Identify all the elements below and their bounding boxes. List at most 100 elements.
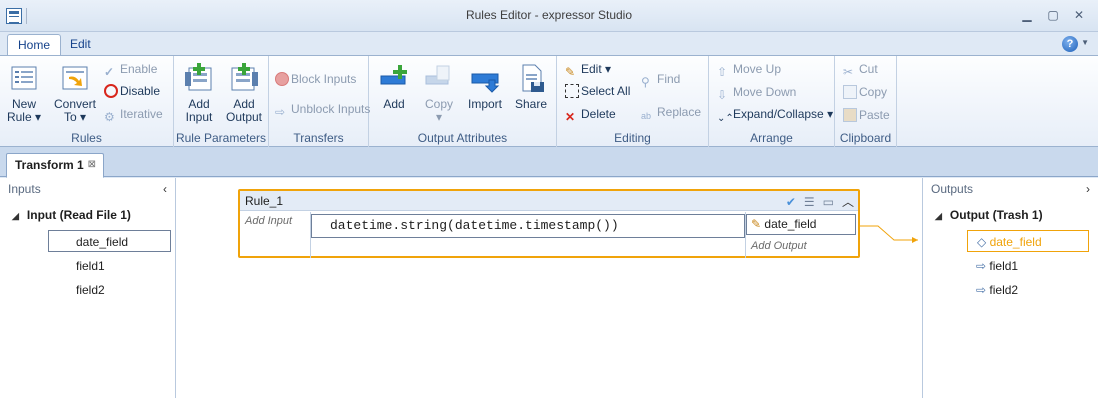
rule-add-input[interactable]: Add Input <box>245 215 292 227</box>
binoculars-icon: ⚲ <box>641 75 650 89</box>
delete-button[interactable]: ✕ Delete <box>565 105 616 124</box>
tab-transform-1-label: Transform 1 <box>15 158 84 172</box>
share-button[interactable]: Share <box>508 62 554 111</box>
copy-attribute-icon <box>425 65 450 85</box>
window-title: Rules Editor - expressor Studio <box>465 8 633 22</box>
group-transfers: Block Inputs ⇨ Unblock Inputs Transfers <box>269 56 371 148</box>
copy-button[interactable]: Copy <box>843 83 887 101</box>
copy-attribute-label: Copy <box>424 97 453 111</box>
new-rule-label: New Rule <box>6 97 36 124</box>
disable-button[interactable]: Disable <box>104 82 160 100</box>
new-rule-button[interactable]: New Rule ▾ <box>2 62 46 124</box>
rule-output-field[interactable]: ✎ date_field <box>746 214 856 235</box>
output-field-field2[interactable]: ⇨ field2 <box>967 279 1089 301</box>
help-icon[interactable]: ? <box>1062 36 1078 52</box>
group-clipboard: ✂ Cut Copy Paste Clipboard <box>835 56 897 148</box>
arrow-right-icon: ⇨ <box>976 259 987 273</box>
input-field-field1[interactable]: field1 <box>48 255 171 277</box>
add-output-button[interactable]: Add Output <box>221 62 267 124</box>
enable-button[interactable]: ✓ Enable <box>104 60 157 79</box>
expanded-triangle-icon[interactable]: ◢ <box>935 211 942 222</box>
pencil-icon: ✎ <box>751 217 762 231</box>
arrow-down-icon: ⇩ <box>717 88 728 102</box>
rule-header: Rule_1 ✔ ☰ ▭ ︿ <box>240 191 858 211</box>
tab-edit[interactable]: Edit <box>60 34 101 57</box>
select-all-icon <box>565 84 579 98</box>
import-button[interactable]: Import <box>462 62 508 111</box>
add-output-icon <box>231 63 258 91</box>
output-field-field1[interactable]: ⇨ field1 <box>967 255 1089 277</box>
move-up-button[interactable]: ⇧ Move Up <box>717 60 781 79</box>
rule-menu-icon[interactable]: ☰ <box>804 195 815 209</box>
unblock-arrow-icon: ⇨ <box>275 105 286 119</box>
outputs-panel: Outputs › ◢ Output (Trash 1) ◇ date_field… <box>922 178 1098 398</box>
tab-home[interactable]: Home <box>7 34 62 57</box>
collapse-left-icon[interactable]: ‹ <box>163 178 167 200</box>
close-button[interactable]: ✕ <box>1068 6 1090 24</box>
maximize-button[interactable]: ▢ <box>1042 6 1064 24</box>
rule-box[interactable]: Rule_1 ✔ ☰ ▭ ︿ Add Input datetime.string(da… <box>238 189 860 258</box>
add-input-label: Add Input <box>185 97 213 124</box>
share-icon <box>522 64 544 92</box>
replace-icon: ab <box>641 111 652 121</box>
maximize-rule-icon[interactable]: ▭ <box>823 195 834 209</box>
input-root-label: Input (Read File 1) <box>26 208 131 222</box>
group-transfers-label: Transfers <box>293 131 344 145</box>
select-all-button[interactable]: Select All <box>565 82 630 100</box>
inputs-panel-title: Inputs <box>8 182 41 196</box>
unblock-inputs-button[interactable]: ⇨ Unblock Inputs <box>275 100 371 119</box>
add-output-label: Add Output <box>225 97 263 124</box>
add-input-icon <box>185 63 212 91</box>
add-input-button[interactable]: Add Input <box>176 62 222 124</box>
edit-button[interactable]: ✎ Edit ▾ <box>565 60 611 79</box>
help-dropdown-icon[interactable]: ▼ <box>1081 38 1089 47</box>
tab-transform-1[interactable]: Transform 1 ⊠ <box>6 153 104 178</box>
validate-check-icon[interactable]: ✔ <box>786 195 796 209</box>
find-label: Find <box>657 72 681 86</box>
rule-output-column: ✎ date_field Add Output <box>746 212 858 258</box>
add-attribute-button[interactable]: Add <box>371 62 417 111</box>
inputs-panel: Inputs ‹ ◢ Input (Read File 1) date_field… <box>0 178 176 398</box>
expression-editor[interactable]: datetime.string(datetime.timestamp()) <box>311 214 745 238</box>
collapse-rule-icon[interactable]: ︿ <box>842 195 854 209</box>
convert-to-button[interactable]: Convert To ▾ <box>50 62 100 124</box>
arrow-up-icon: ⇧ <box>717 65 728 79</box>
group-editing: ✎ Edit ▾ Select All ✕ Delete ⚲ Find ab Repla… <box>557 56 709 148</box>
expand-collapse-button[interactable]: ⌄⌃Expand/Collapse ▾ <box>717 105 833 124</box>
group-output-attributes: Add Copy ▾ Import Share Output Attribute… <box>369 56 557 148</box>
group-rules: New Rule ▾ Convert To ▾ ✓ Enable Disable … <box>0 56 174 148</box>
move-down-label: Move Down <box>733 85 797 99</box>
rule-add-output[interactable]: Add Output <box>751 240 807 252</box>
block-inputs-label: Block Inputs <box>291 72 357 86</box>
outputs-panel-title: Outputs <box>931 182 974 196</box>
move-down-button[interactable]: ⇩ Move Down <box>717 83 797 102</box>
copy-attribute-button[interactable]: Copy ▾ <box>416 62 462 124</box>
input-field-date[interactable]: date_field <box>48 230 171 252</box>
close-tab-icon[interactable]: ⊠ <box>88 154 96 176</box>
rule-toolbar: ✔ ☰ ▭ ︿ <box>778 193 854 210</box>
input-field-field2[interactable]: field2 <box>48 279 171 301</box>
paste-button[interactable]: Paste <box>843 106 890 124</box>
ribbon: New Rule ▾ Convert To ▾ ✓ Enable Disable … <box>0 55 1098 148</box>
input-tree-root[interactable]: ◢ Input (Read File 1) <box>12 208 131 222</box>
find-button[interactable]: ⚲ Find <box>641 70 681 89</box>
editor-content: Inputs ‹ ◢ Input (Read File 1) date_field… <box>0 178 1098 398</box>
expand-collapse-label: Expand/Collapse <box>733 107 824 121</box>
share-label: Share <box>514 97 548 111</box>
group-rule-parameters-label: Rule Parameters <box>175 131 267 145</box>
replace-button[interactable]: ab Replace <box>641 103 701 121</box>
outputs-panel-header: Outputs › <box>923 178 1098 200</box>
expanded-triangle-icon[interactable]: ◢ <box>12 211 19 222</box>
output-field-date[interactable]: ◇ date_field <box>967 230 1089 252</box>
output-tree-root[interactable]: ◢ Output (Trash 1) <box>935 208 1043 222</box>
minimize-button[interactable]: ▁ <box>1016 6 1038 24</box>
title-bar: Rules Editor - expressor Studio ▁ ▢ ✕ <box>0 0 1098 32</box>
group-clipboard-label: Clipboard <box>839 131 892 145</box>
collapse-right-icon[interactable]: › <box>1086 178 1090 200</box>
cut-button[interactable]: ✂ Cut <box>843 60 878 79</box>
iterative-button[interactable]: ⚙ Iterative <box>104 105 163 124</box>
paste-icon <box>843 108 857 122</box>
disable-icon <box>104 84 118 98</box>
unblock-inputs-label: Unblock Inputs <box>291 102 371 116</box>
block-inputs-button[interactable]: Block Inputs <box>275 70 356 88</box>
